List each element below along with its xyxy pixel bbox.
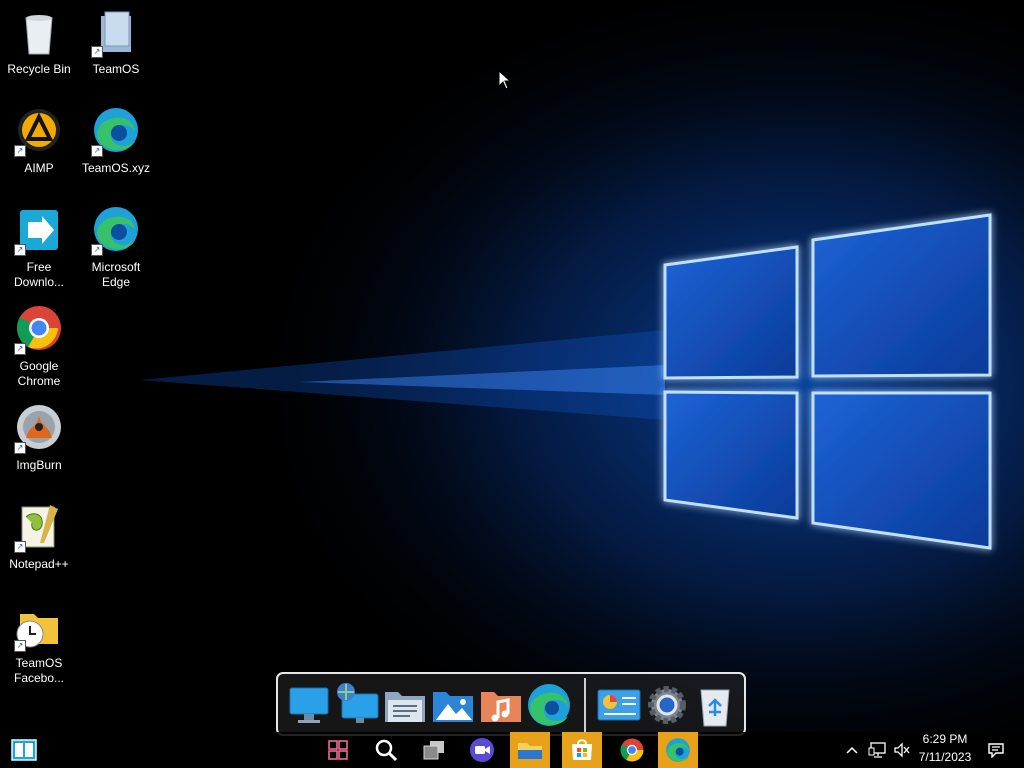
- widgets-icon: [328, 740, 348, 760]
- shortcut-arrow-icon: ↗: [91, 46, 103, 58]
- desktop-icon-label: Recycle Bin: [7, 62, 71, 76]
- edge-taskbar-button[interactable]: [658, 732, 698, 768]
- monitor-icon: [289, 687, 329, 723]
- chrome-icon: [620, 738, 644, 762]
- shortcut-arrow-icon: ↗: [14, 145, 26, 157]
- start-button[interactable]: [4, 732, 44, 768]
- dock-item-network[interactable]: [334, 682, 380, 728]
- desktop-icon-notepadpp[interactable]: ↗ Notepad++: [2, 503, 76, 572]
- shortcut-arrow-icon: ↗: [14, 640, 26, 652]
- desktop-icon-google-chrome[interactable]: ↗ Google Chrome: [2, 305, 76, 389]
- shortcut-arrow-icon: ↗: [14, 244, 26, 256]
- store-icon: [572, 739, 592, 760]
- recycle-bin-icon: [700, 689, 730, 727]
- notification-center-button[interactable]: [982, 732, 1010, 768]
- desktop-icon-label: Microsoft: [91, 260, 141, 274]
- edge-icon: [666, 738, 690, 762]
- desktop-icon-label: Notepad++: [9, 557, 69, 571]
- start-icon: [11, 739, 37, 761]
- network-status-button[interactable]: [864, 732, 890, 768]
- desktop-icon-label: TeamOS: [92, 62, 140, 76]
- file-explorer-icon: [518, 743, 542, 759]
- dock-item-edge[interactable]: [526, 682, 572, 728]
- search-button[interactable]: [366, 732, 406, 768]
- show-hidden-icons-button[interactable]: [840, 732, 864, 768]
- shortcut-arrow-icon: ↗: [91, 244, 103, 256]
- desktop-icon-label: TeamOS: [15, 656, 63, 670]
- chevron-up-icon: [846, 746, 858, 754]
- dock-item-control-panel[interactable]: [596, 682, 642, 728]
- dock-item-settings[interactable]: [644, 682, 690, 728]
- desktop-icon-label: Edge: [101, 275, 131, 289]
- task-view-icon: [423, 741, 444, 760]
- chrome-taskbar-button[interactable]: [612, 732, 652, 768]
- desktop-icon-teamos-xyz[interactable]: ↗ TeamOS.xyz: [79, 107, 153, 176]
- network-monitor-icon: [337, 683, 379, 723]
- desktop-icon-label: Free: [26, 260, 52, 274]
- meet-icon: [470, 738, 494, 762]
- clock-date[interactable]: 7/11/2023: [910, 750, 980, 764]
- dock-item-recycle-bin[interactable]: [692, 682, 738, 728]
- desktop-icon-teamos-facebook[interactable]: ↗ TeamOS Facebo...: [2, 602, 76, 686]
- settings-gear-icon: [648, 686, 686, 724]
- mouse-cursor-icon: [498, 70, 512, 90]
- clock-time[interactable]: 6:29 PM: [910, 732, 980, 746]
- desktop-icon-imgburn[interactable]: ↗ ImgBurn: [2, 404, 76, 473]
- dock-item-this-pc[interactable]: [286, 682, 332, 728]
- dock-item-pictures[interactable]: [430, 682, 476, 728]
- notification-icon: [988, 743, 1004, 758]
- desktop-icon-free-download-manager[interactable]: ↗ Free Downlo...: [2, 206, 76, 290]
- control-panel-icon: [597, 689, 641, 721]
- meet-button[interactable]: [462, 732, 502, 768]
- shortcut-arrow-icon: ↗: [14, 343, 26, 355]
- documents-folder-icon: [385, 692, 425, 722]
- store-button[interactable]: [562, 732, 602, 768]
- desktop-icon-label: Google: [19, 359, 59, 373]
- dock-separator: [584, 678, 586, 734]
- desktop-icon-label: Chrome: [17, 374, 61, 388]
- search-icon: [375, 739, 398, 762]
- app-dock: [276, 672, 746, 736]
- recycle-bin-icon: [25, 15, 53, 55]
- desktop-icon-recycle-bin[interactable]: Recycle Bin: [2, 8, 76, 77]
- desktop-icon-label: TeamOS.xyz: [81, 161, 150, 175]
- dock-item-music[interactable]: [478, 682, 524, 728]
- desktop-icon-label: ImgBurn: [16, 458, 62, 472]
- widgets-button[interactable]: [318, 732, 358, 768]
- volume-muted-icon: [894, 742, 910, 758]
- dock-item-documents[interactable]: [382, 682, 428, 728]
- file-explorer-button[interactable]: [510, 732, 550, 768]
- shortcut-arrow-icon: ↗: [14, 541, 26, 553]
- network-icon: [868, 742, 886, 758]
- desktop-icon-label: AIMP: [24, 161, 54, 175]
- task-view-button[interactable]: [414, 732, 454, 768]
- desktop-icon-aimp[interactable]: ↗ AIMP: [2, 107, 76, 176]
- music-folder-icon: [481, 692, 521, 722]
- desktop-icon-label: Downlo...: [13, 275, 65, 289]
- taskbar: 6:29 PM 7/11/2023: [0, 732, 1024, 768]
- desktop-icon-teamos[interactable]: ↗ TeamOS: [79, 8, 153, 77]
- edge-icon: [528, 684, 570, 726]
- desktop-icon-microsoft-edge[interactable]: ↗ Microsoft Edge: [79, 206, 153, 290]
- shortcut-arrow-icon: ↗: [91, 145, 103, 157]
- desktop-icon-label: Facebo...: [13, 671, 65, 685]
- pictures-folder-icon: [433, 692, 473, 722]
- desktop-wallpaper: [0, 0, 1024, 768]
- shortcut-arrow-icon: ↗: [14, 442, 26, 454]
